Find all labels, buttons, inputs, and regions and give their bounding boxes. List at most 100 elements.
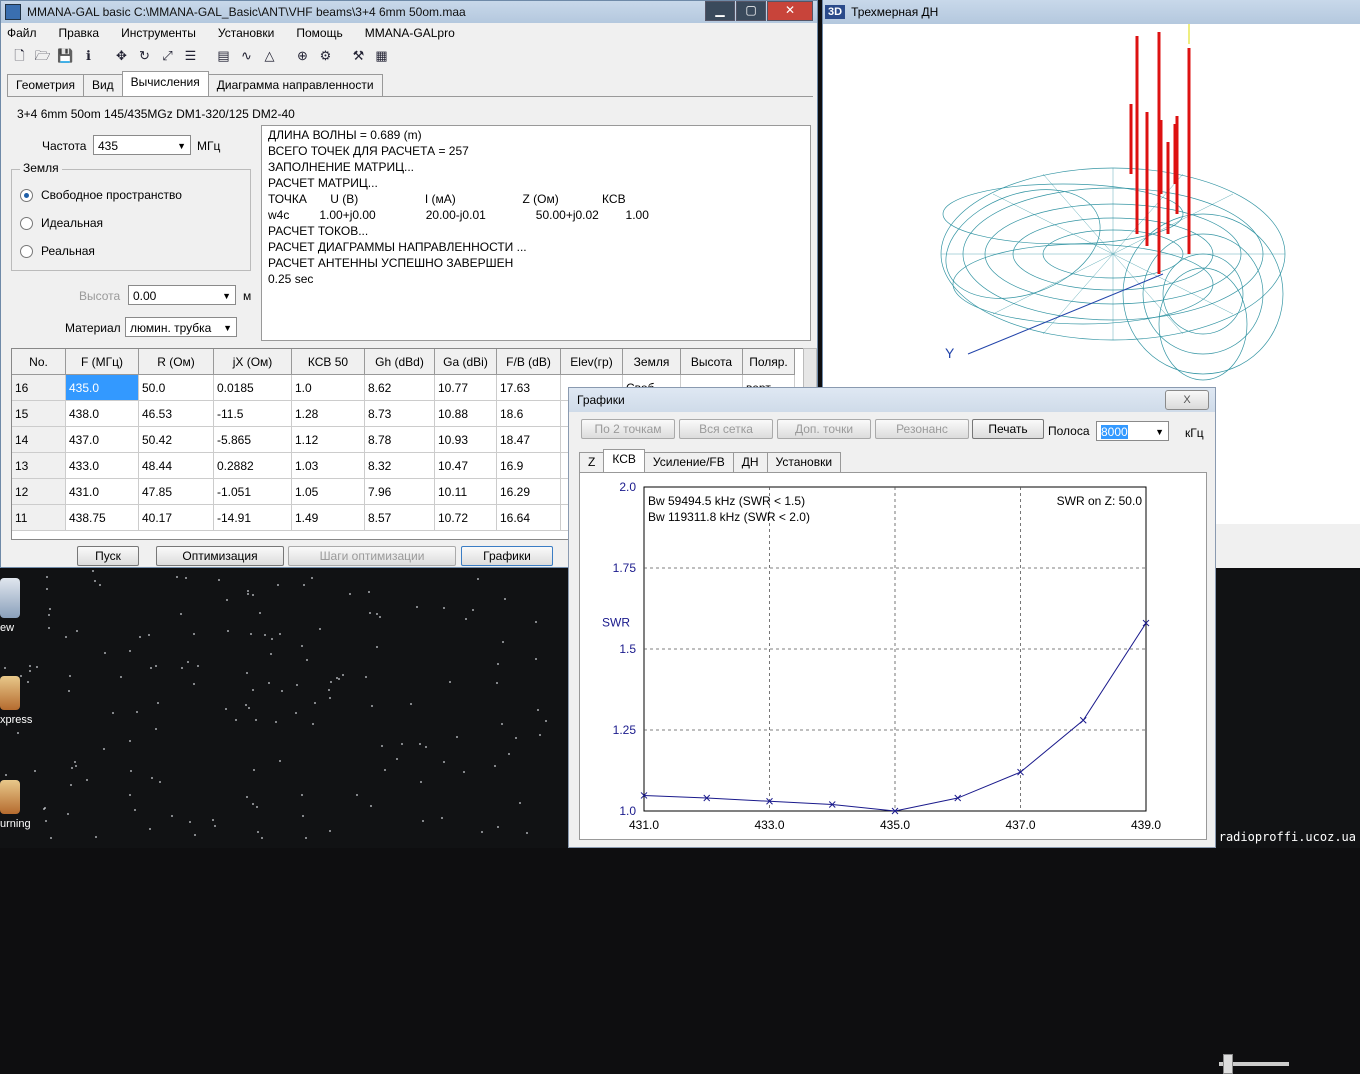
tab-pattern[interactable]: Диаграмма направленности [207, 74, 383, 97]
table-header[interactable]: КСВ 50 [292, 349, 365, 375]
radio-real[interactable]: Реальная [20, 244, 95, 258]
table-header[interactable]: Поляр. [743, 349, 795, 375]
plots-window[interactable]: Графики X По 2 точкам Вся сетка Доп. точ… [568, 387, 1216, 848]
open-folder-icon[interactable]: 🗁 [34, 47, 51, 64]
info-icon[interactable]: ℹ [80, 47, 97, 64]
table-header[interactable]: No. [12, 349, 66, 375]
band-combo[interactable]: 8000 ▼ [1096, 421, 1169, 441]
table-cell[interactable]: 16.64 [497, 505, 561, 531]
elements-icon[interactable]: ☰ [182, 47, 199, 64]
resonance-button[interactable]: Резонанс [875, 419, 969, 439]
table-cell[interactable]: 48.44 [139, 453, 214, 479]
tab-settings[interactable]: Установки [766, 452, 842, 474]
table-header[interactable]: Земля [623, 349, 681, 375]
desktop-icon[interactable]: urning [0, 780, 36, 830]
table-cell[interactable]: 431.0 [66, 479, 139, 505]
table-cell[interactable]: 0.0185 [214, 375, 292, 401]
tab-pattern[interactable]: ДН [732, 452, 768, 474]
title-bar[interactable]: MMANA-GAL basic C:\MMANA-GAL_Basic\ANT\V… [1, 1, 817, 23]
curve-icon[interactable]: ∿ [238, 47, 255, 64]
extra-points-button[interactable]: Доп. точки [777, 419, 871, 439]
table-cell[interactable]: 18.6 [497, 401, 561, 427]
tab-swr[interactable]: КСВ [603, 449, 645, 474]
table-cell[interactable]: 40.17 [139, 505, 214, 531]
tab-geometry[interactable]: Геометрия [7, 74, 84, 97]
tab-gain-fb[interactable]: Усиление/FB [643, 452, 734, 474]
table-cell[interactable]: 10.88 [435, 401, 497, 427]
table-header[interactable]: jX (Ом) [214, 349, 292, 375]
table-cell[interactable]: 16.29 [497, 479, 561, 505]
table-header[interactable]: Ga (dBi) [435, 349, 497, 375]
table-cell[interactable]: 14 [12, 427, 66, 453]
triangle-icon[interactable]: △ [261, 47, 278, 64]
tab-view[interactable]: Вид [82, 74, 123, 97]
table-cell[interactable]: 7.96 [365, 479, 435, 505]
full-grid-button[interactable]: Вся сетка [679, 419, 773, 439]
title-bar[interactable]: Графики [569, 388, 1215, 412]
table-cell[interactable]: 8.78 [365, 427, 435, 453]
table-cell[interactable]: -11.5 [214, 401, 292, 427]
table-cell[interactable]: 437.0 [66, 427, 139, 453]
table-cell[interactable]: 10.72 [435, 505, 497, 531]
title-bar[interactable]: 3D Трехмерная ДН [823, 0, 1360, 24]
table-cell[interactable]: 8.32 [365, 453, 435, 479]
calculator-icon[interactable]: ▦ [373, 47, 390, 64]
table-cell[interactable]: 11 [12, 505, 66, 531]
close-button[interactable]: X [1165, 390, 1209, 410]
material-combo[interactable]: люмин. трубка ▼ [125, 317, 237, 337]
optimize-steps-button[interactable]: Шаги оптимизации [288, 546, 456, 566]
table-cell[interactable]: 8.62 [365, 375, 435, 401]
maximize-button[interactable]: ▢ [736, 1, 766, 21]
table-cell[interactable]: 1.12 [292, 427, 365, 453]
table-cell[interactable]: 16.9 [497, 453, 561, 479]
menu-pro[interactable]: MMANA-GALpro [365, 26, 455, 40]
table-cell[interactable]: 8.73 [365, 401, 435, 427]
table-cell[interactable]: 1.05 [292, 479, 365, 505]
zoom-slider[interactable] [1219, 1054, 1289, 1074]
table-cell[interactable]: -14.91 [214, 505, 292, 531]
tab-z[interactable]: Z [579, 452, 605, 474]
table-cell[interactable]: 50.0 [139, 375, 214, 401]
radio-free-space[interactable]: Свободное пространство [20, 188, 182, 202]
gear-icon[interactable]: ⚙ [317, 47, 334, 64]
table-cell[interactable]: 438.75 [66, 505, 139, 531]
minimize-button[interactable]: ▁ [705, 1, 735, 21]
table-cell[interactable]: 47.85 [139, 479, 214, 505]
table-header[interactable]: Высота [681, 349, 743, 375]
desktop-icon[interactable]: ew [0, 578, 36, 634]
document-icon[interactable]: ▤ [215, 47, 232, 64]
table-cell[interactable]: 1.28 [292, 401, 365, 427]
table-cell[interactable]: 46.53 [139, 401, 214, 427]
menu-help[interactable]: Помощь [296, 26, 342, 40]
frequency-combo[interactable]: 435 ▼ [93, 135, 191, 155]
target-icon[interactable]: ⊕ [294, 47, 311, 64]
table-cell[interactable]: 0.2882 [214, 453, 292, 479]
table-cell[interactable]: 18.47 [497, 427, 561, 453]
table-cell[interactable]: 1.49 [292, 505, 365, 531]
menu-settings[interactable]: Установки [218, 26, 274, 40]
table-cell[interactable]: -5.865 [214, 427, 292, 453]
tab-calculation[interactable]: Вычисления [121, 71, 209, 97]
optimize-button[interactable]: Оптимизация [156, 546, 284, 566]
table-cell[interactable]: 1.0 [292, 375, 365, 401]
table-header[interactable]: Elev(гр) [561, 349, 623, 375]
new-file-icon[interactable]: 🗋 [11, 47, 28, 64]
table-cell[interactable]: 50.42 [139, 427, 214, 453]
close-button[interactable]: ✕ [767, 1, 813, 21]
menu-tools[interactable]: Инструменты [121, 26, 196, 40]
table-header[interactable]: F/B (dB) [497, 349, 561, 375]
table-cell[interactable]: 433.0 [66, 453, 139, 479]
tools-icon[interactable]: ⚒ [350, 47, 367, 64]
menu-file[interactable]: Файл [7, 26, 37, 40]
table-cell[interactable]: 15 [12, 401, 66, 427]
table-header[interactable]: F (МГц) [66, 349, 139, 375]
menu-edit[interactable]: Правка [59, 26, 100, 40]
table-cell[interactable]: 16 [12, 375, 66, 401]
save-icon[interactable]: 💾 [57, 47, 74, 64]
table-cell[interactable]: 10.11 [435, 479, 497, 505]
two-points-button[interactable]: По 2 точкам [581, 419, 675, 439]
table-cell[interactable]: 435.0 [66, 375, 139, 401]
stretch-icon[interactable]: ⤢ [159, 47, 176, 64]
rotate-icon[interactable]: ↻ [136, 47, 153, 64]
height-combo[interactable]: 0.00 ▼ [128, 285, 236, 305]
